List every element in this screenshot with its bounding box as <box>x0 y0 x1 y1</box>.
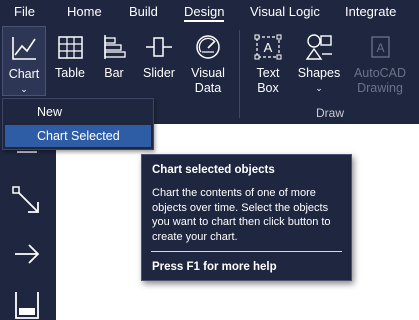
tooltip-divider <box>151 251 342 252</box>
menu-bar: File Home Build Design Visual Logic Inte… <box>0 0 419 26</box>
svg-text:A: A <box>376 41 384 55</box>
autocad-label-line1: AutoCAD <box>353 66 407 80</box>
gauge-icon <box>196 35 220 59</box>
tab-build[interactable]: Build <box>129 0 158 26</box>
chart-dropdown-menu: New Chart Selected <box>2 98 154 150</box>
autocad-icon: A <box>371 36 390 58</box>
tab-visual-logic[interactable]: Visual Logic <box>250 0 320 26</box>
table-label: Table <box>55 66 85 80</box>
svg-text:A: A <box>264 40 273 55</box>
tab-file[interactable]: File <box>14 0 35 26</box>
tooltip-title: Chart selected objects <box>152 164 275 176</box>
visual-data-label-line1: Visual <box>191 66 225 80</box>
shapes-icon <box>305 34 332 60</box>
tooltip-help-hint: Press F1 for more help <box>152 261 277 273</box>
chevron-down-icon: ⌄ <box>315 83 323 93</box>
ribbon-group-divider <box>239 30 240 118</box>
slider-label: Slider <box>143 66 175 80</box>
container-icon[interactable] <box>10 288 44 320</box>
arrow-right-icon[interactable] <box>10 237 44 271</box>
text-box-icon: A <box>254 34 282 60</box>
chevron-down-icon: ⌄ <box>20 84 28 94</box>
tab-integrate[interactable]: Integrate <box>345 0 396 26</box>
bar-chart-icon <box>104 35 126 59</box>
bar-label: Bar <box>104 66 124 80</box>
tooltip-body: Chart the contents of one of more object… <box>152 187 331 243</box>
table-icon <box>58 36 83 59</box>
draw-group-label: Draw <box>316 106 345 120</box>
autocad-label-line2: Drawing <box>357 81 403 95</box>
left-toolbar <box>0 124 56 320</box>
text-box-button[interactable]: A Text Box <box>250 26 286 126</box>
tooltip: Chart selected objects Chart the content… <box>141 154 352 281</box>
tab-design[interactable]: Design <box>184 0 225 26</box>
text-box-label-line1: Text <box>256 66 280 80</box>
shapes-label: Shapes <box>297 66 341 80</box>
resize-diagonal-icon[interactable] <box>10 184 44 218</box>
line-chart-icon <box>12 37 36 60</box>
dropdown-item-new[interactable]: New <box>5 101 151 123</box>
chart-label: Chart <box>8 67 40 81</box>
dropdown-item-chart-selected[interactable]: Chart Selected <box>5 125 151 147</box>
slider-icon <box>146 37 172 57</box>
tab-home[interactable]: Home <box>67 0 102 26</box>
autocad-drawing-button[interactable]: A AutoCAD Drawing <box>352 26 408 126</box>
text-box-label-line2: Box <box>257 81 279 95</box>
chart-button[interactable]: Chart ⌄ <box>2 26 46 96</box>
visual-data-button[interactable]: Visual Data <box>186 26 230 126</box>
visual-data-label-line2: Data <box>194 81 222 95</box>
